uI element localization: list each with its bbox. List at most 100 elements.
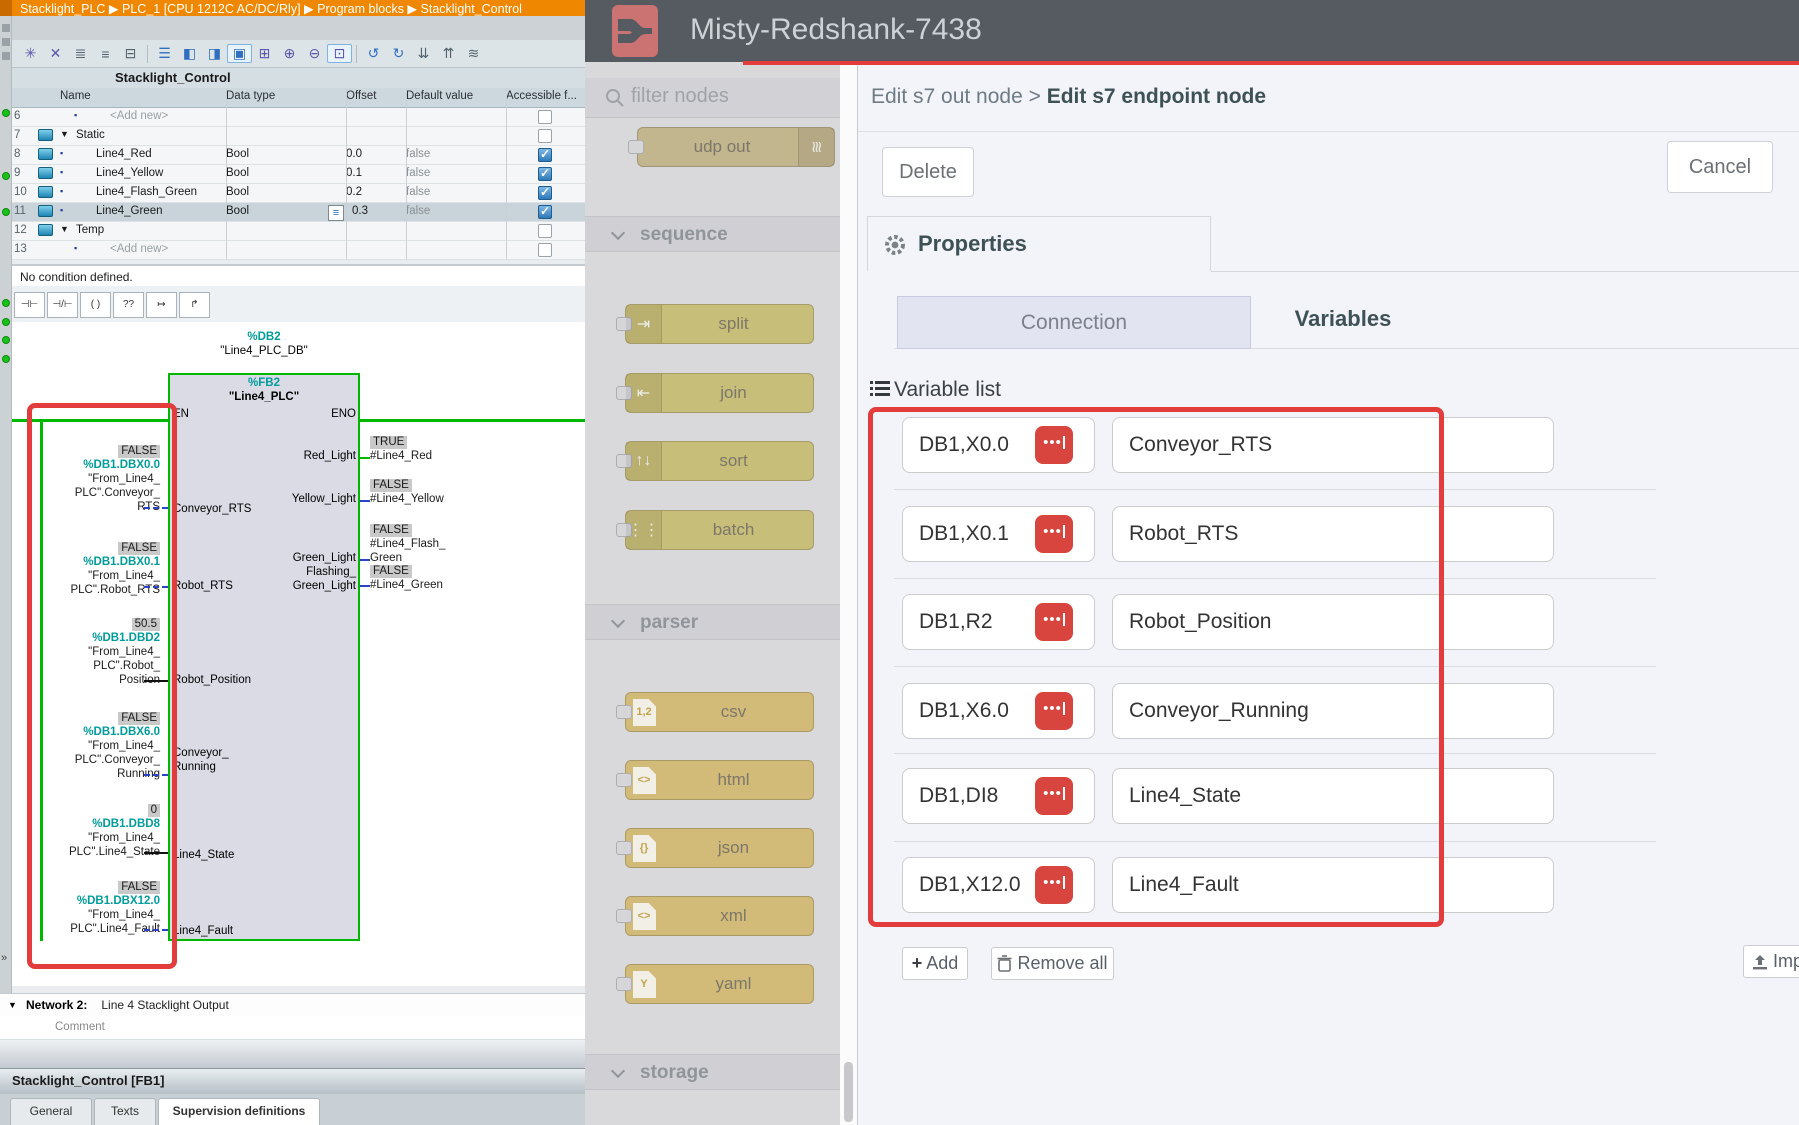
- toolbar-icon[interactable]: ⊞: [252, 45, 277, 62]
- palette-scrollbar[interactable]: [840, 62, 857, 1125]
- collapse-triangle-icon[interactable]: ▼: [60, 129, 69, 139]
- input-pin[interactable]: Conveyor_RTS: [173, 502, 251, 516]
- toolbar-icon[interactable]: ↺: [361, 45, 386, 62]
- input-pin[interactable]: Conveyor_ Running: [173, 746, 229, 774]
- accessible-checkbox[interactable]: [538, 148, 552, 162]
- condition-status: No condition defined.: [12, 264, 585, 286]
- input-pin[interactable]: Robot_Position: [173, 673, 251, 687]
- toolbar-icon[interactable]: ↻: [386, 45, 411, 62]
- palette-node-json[interactable]: {} json: [625, 828, 814, 868]
- palette-search[interactable]: filter nodes: [585, 78, 840, 118]
- breadcrumb[interactable]: Stacklight_PLC ▶ PLC_1 [CPU 1212C AC/DC/…: [0, 0, 585, 16]
- collapse-triangle-icon[interactable]: ▼: [8, 994, 17, 1017]
- breadcrumb-parent[interactable]: Edit s7 out node: [871, 85, 1023, 108]
- accessible-checkbox[interactable]: [538, 110, 552, 124]
- eno-pin[interactable]: ENO: [246, 408, 356, 420]
- toolbar-icon[interactable]: ⇈: [436, 45, 461, 62]
- lad-open-branch-icon[interactable]: ↦: [146, 292, 177, 318]
- tab-general[interactable]: General: [10, 1098, 92, 1125]
- lad-empty-box-icon[interactable]: ??: [113, 292, 144, 318]
- bullet-icon: ▪: [60, 167, 63, 177]
- delete-button[interactable]: Delete: [882, 147, 974, 197]
- collapse-triangle-icon[interactable]: ▼: [60, 224, 69, 234]
- db-instance-label[interactable]: %DB2 "Line4_PLC_DB": [168, 330, 360, 358]
- output-pin[interactable]: Flashing_ Green_Light: [246, 565, 356, 593]
- toolbar-icon[interactable]: ≣: [68, 45, 93, 62]
- palette-node-sort[interactable]: ↑↓ sort: [625, 441, 814, 481]
- table-row[interactable]: 10 ▪ Line4_Flash_Green Bool 0.2 false: [12, 184, 585, 203]
- table-row[interactable]: 13 ▪ <Add new>: [12, 241, 585, 260]
- toolbar-icon-active[interactable]: ⊡: [327, 44, 352, 63]
- table-row[interactable]: 6 ▪ <Add new>: [12, 108, 585, 127]
- scrollbar-thumb[interactable]: [844, 1062, 853, 1122]
- col-default[interactable]: Default value: [406, 90, 473, 102]
- output-pin[interactable]: Yellow_Light: [246, 492, 356, 506]
- output-pin[interactable]: Red_Light: [246, 449, 356, 463]
- network2-row[interactable]: ▼ Network 2:Line 4 Stacklight Output: [0, 993, 585, 1016]
- palette-section-sequence[interactable]: sequence: [585, 216, 840, 252]
- table-row-selected[interactable]: 11 ▪ Line4_Green Bool ≡ 0.3 false: [12, 203, 585, 222]
- lad-close-branch-icon[interactable]: ↱: [179, 292, 210, 318]
- inspector-title: Stacklight_Control [FB1]: [0, 1068, 585, 1094]
- output-operand[interactable]: FALSE #Line4_Yellow: [370, 478, 500, 506]
- toolbar-icon[interactable]: ◧: [177, 45, 202, 62]
- tab-variables[interactable]: Variables: [1263, 306, 1423, 332]
- col-offset[interactable]: Offset: [346, 90, 376, 102]
- add-variable-button[interactable]: + Add: [902, 947, 968, 980]
- tab-texts[interactable]: Texts: [94, 1098, 156, 1125]
- output-operand[interactable]: TRUE #Line4_Red: [370, 435, 500, 463]
- toolbar-icon[interactable]: ⊟: [118, 45, 143, 62]
- palette-node-udp-out[interactable]: udp out ≋: [637, 127, 835, 167]
- accessible-checkbox[interactable]: [538, 243, 552, 257]
- output-pin[interactable]: Green_Light: [246, 551, 356, 565]
- accessible-checkbox[interactable]: [538, 129, 552, 143]
- comment-row[interactable]: Comment: [0, 1016, 585, 1040]
- col-accessible[interactable]: Accessible f...: [506, 90, 577, 102]
- dropdown-icon[interactable]: ≡: [328, 205, 344, 221]
- palette-node-split[interactable]: ⇥ split: [625, 304, 814, 344]
- palette-node-yaml[interactable]: Y yaml: [625, 964, 814, 1004]
- input-pin[interactable]: Robot_RTS: [173, 579, 233, 593]
- accessible-checkbox[interactable]: [538, 224, 552, 238]
- palette-node-html[interactable]: <> html: [625, 760, 814, 800]
- palette-node-xml[interactable]: <> xml: [625, 896, 814, 936]
- toolbar-icon[interactable]: ≋: [461, 45, 486, 62]
- toolbar-icon[interactable]: ⊕: [277, 45, 302, 62]
- table-row[interactable]: 7 ▼ Static: [12, 127, 585, 146]
- import-button[interactable]: Imp: [1743, 945, 1799, 978]
- toolbar-icon-active[interactable]: ▣: [227, 44, 252, 63]
- palette-section-storage[interactable]: storage: [585, 1054, 840, 1090]
- input-pin[interactable]: Line4_Fault: [173, 924, 233, 938]
- table-row[interactable]: 9 ▪ Line4_Yellow Bool 0.1 false: [12, 165, 585, 184]
- cancel-button[interactable]: Cancel: [1667, 141, 1773, 193]
- accessible-checkbox[interactable]: [538, 186, 552, 200]
- table-row[interactable]: 12 ▼ Temp: [12, 222, 585, 241]
- toolbar-icon[interactable]: ⊖: [302, 45, 327, 62]
- tab-supervision-definitions[interactable]: Supervision definitions: [158, 1098, 320, 1125]
- palette-node-csv[interactable]: 1,2 csv: [625, 692, 814, 732]
- lad-contact-icon[interactable]: ⊣⊢: [14, 292, 45, 318]
- palette-section-parser[interactable]: parser: [585, 604, 840, 640]
- lad-neg-contact-icon[interactable]: ⊣/⊢: [47, 292, 78, 318]
- tab-connection[interactable]: Connection: [897, 296, 1251, 349]
- toolbar-icon[interactable]: ⇊: [411, 45, 436, 62]
- table-row[interactable]: 8 ▪ Line4_Red Bool 0.0 false: [12, 146, 585, 165]
- remove-all-button[interactable]: Remove all: [991, 947, 1114, 980]
- output-operand[interactable]: FALSE #Line4_Green: [370, 564, 500, 592]
- accessible-checkbox[interactable]: [538, 205, 552, 219]
- output-operand[interactable]: FALSE #Line4_Flash_ Green: [370, 523, 500, 565]
- col-name[interactable]: Name: [60, 90, 91, 102]
- input-pin[interactable]: Line4_State: [173, 848, 234, 862]
- expand-icon[interactable]: »: [1, 952, 7, 964]
- accessible-checkbox[interactable]: [538, 167, 552, 181]
- col-type[interactable]: Data type: [226, 90, 275, 102]
- toolbar-icon[interactable]: ◨: [202, 45, 227, 62]
- palette-node-join[interactable]: ⇤ join: [625, 373, 814, 413]
- toolbar-icon[interactable]: ✳: [18, 45, 43, 62]
- properties-tab[interactable]: Properties: [867, 216, 1211, 271]
- toolbar-icon[interactable]: ≡: [93, 46, 118, 62]
- toolbar-icon[interactable]: ✕: [43, 45, 68, 62]
- lad-coil-icon[interactable]: ( ): [80, 292, 111, 318]
- palette-node-batch[interactable]: ⋮⋮ batch: [625, 510, 814, 550]
- toolbar-icon[interactable]: ☰: [152, 45, 177, 62]
